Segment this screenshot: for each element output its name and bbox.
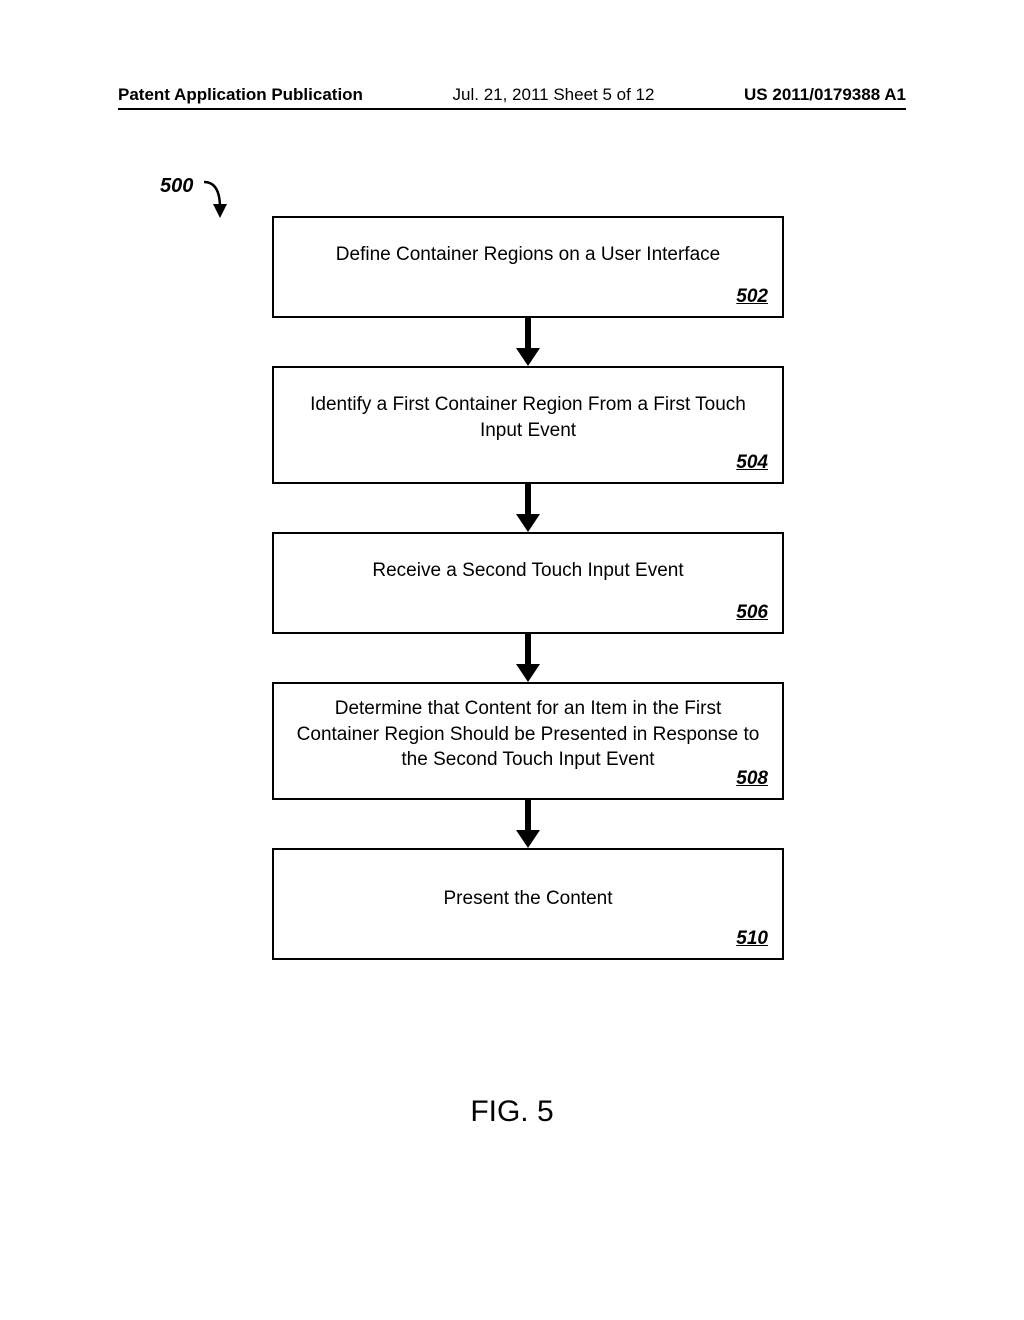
- flow-step: Receive a Second Touch Input Event 506: [272, 532, 784, 634]
- header-left: Patent Application Publication: [118, 85, 363, 105]
- flow-step-text: Determine that Content for an Item in th…: [297, 698, 760, 770]
- flow-step: Present the Content 510: [272, 848, 784, 960]
- flow-step-text: Receive a Second Touch Input Event: [372, 560, 683, 581]
- flow-step-text: Define Container Regions on a User Inter…: [336, 244, 720, 265]
- label-pointer-icon: [202, 180, 242, 230]
- flow-step-ref: 508: [736, 766, 768, 792]
- flow-step-text: Present the Content: [444, 888, 613, 909]
- flow-step-ref: 504: [736, 450, 768, 476]
- flow-arrow-icon: [272, 318, 784, 366]
- page-header: Patent Application Publication Jul. 21, …: [0, 85, 1024, 105]
- flow-step-ref: 510: [736, 926, 768, 952]
- flow-step: Define Container Regions on a User Inter…: [272, 216, 784, 318]
- flow-step-ref: 502: [736, 284, 768, 310]
- flow-step-ref: 506: [736, 600, 768, 626]
- header-right: US 2011/0179388 A1: [744, 85, 906, 105]
- flowchart: Define Container Regions on a User Inter…: [272, 216, 784, 960]
- flow-step-text: Identify a First Container Region From a…: [310, 394, 746, 441]
- flow-reference-label: 500: [160, 175, 193, 198]
- header-rule: [118, 108, 906, 110]
- header-mid: Jul. 21, 2011 Sheet 5 of 12: [453, 85, 655, 105]
- figure-label: FIG. 5: [0, 1095, 1024, 1129]
- flow-step: Determine that Content for an Item in th…: [272, 682, 784, 800]
- flow-arrow-icon: [272, 634, 784, 682]
- flow-arrow-icon: [272, 800, 784, 848]
- flow-arrow-icon: [272, 484, 784, 532]
- flow-step: Identify a First Container Region From a…: [272, 366, 784, 484]
